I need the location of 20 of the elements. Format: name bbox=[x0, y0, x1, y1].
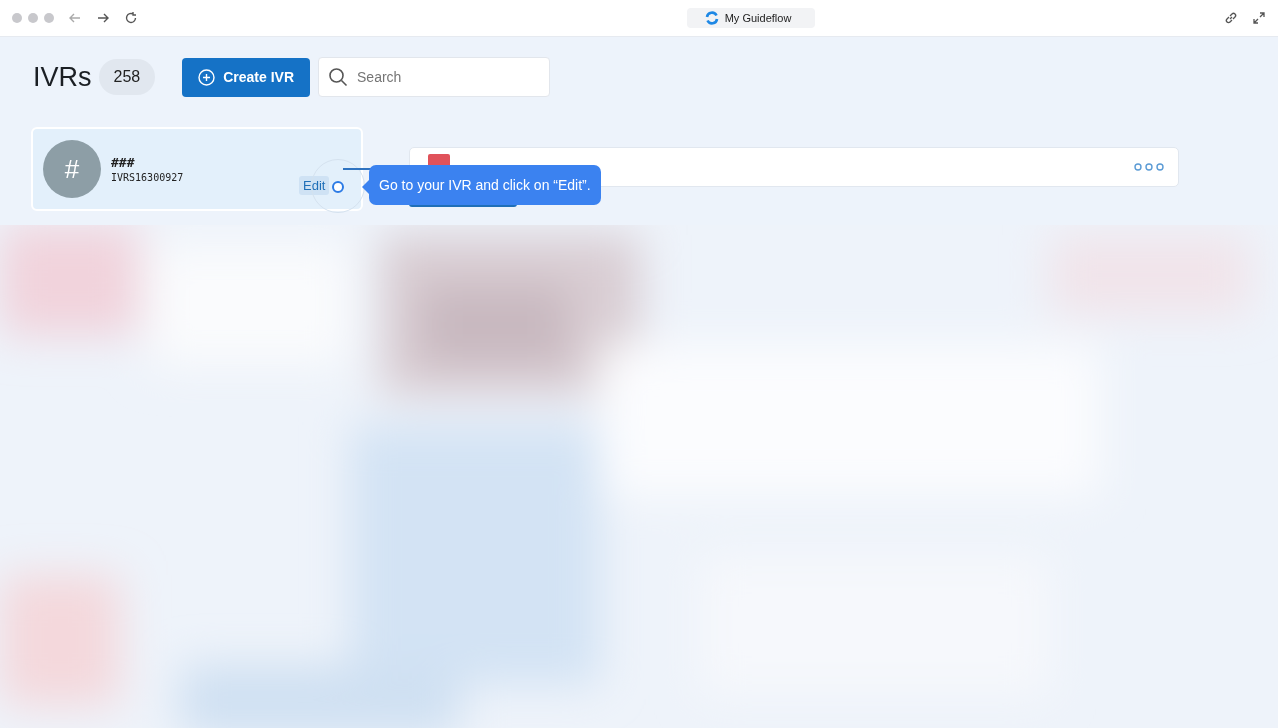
edit-button[interactable]: Edit bbox=[299, 176, 330, 195]
reload-icon[interactable] bbox=[124, 11, 138, 25]
plus-circle-icon bbox=[198, 68, 216, 86]
back-icon[interactable] bbox=[68, 11, 82, 25]
link-icon[interactable] bbox=[1224, 11, 1238, 25]
search-icon bbox=[328, 67, 349, 87]
search-field[interactable]: Search bbox=[318, 57, 551, 97]
avatar: # bbox=[43, 140, 101, 198]
ivr-card[interactable]: # ### IVRS16300927 Edit bbox=[31, 127, 363, 211]
expand-icon[interactable] bbox=[1252, 11, 1266, 25]
more-icon[interactable] bbox=[1134, 163, 1164, 171]
create-ivr-button[interactable]: Create IVR bbox=[182, 57, 311, 97]
ivr-name: ### bbox=[111, 155, 136, 170]
forward-icon[interactable] bbox=[96, 11, 110, 25]
ivr-code: IVRS16300927 bbox=[111, 172, 184, 183]
page-title: IVRs bbox=[33, 61, 92, 93]
tooltip: Go to your IVR and click on “Edit”. bbox=[369, 165, 601, 205]
browser-tab[interactable]: My Guideflow bbox=[686, 8, 816, 28]
count-badge: 258 bbox=[98, 59, 156, 95]
sync-logo-icon bbox=[704, 11, 719, 25]
